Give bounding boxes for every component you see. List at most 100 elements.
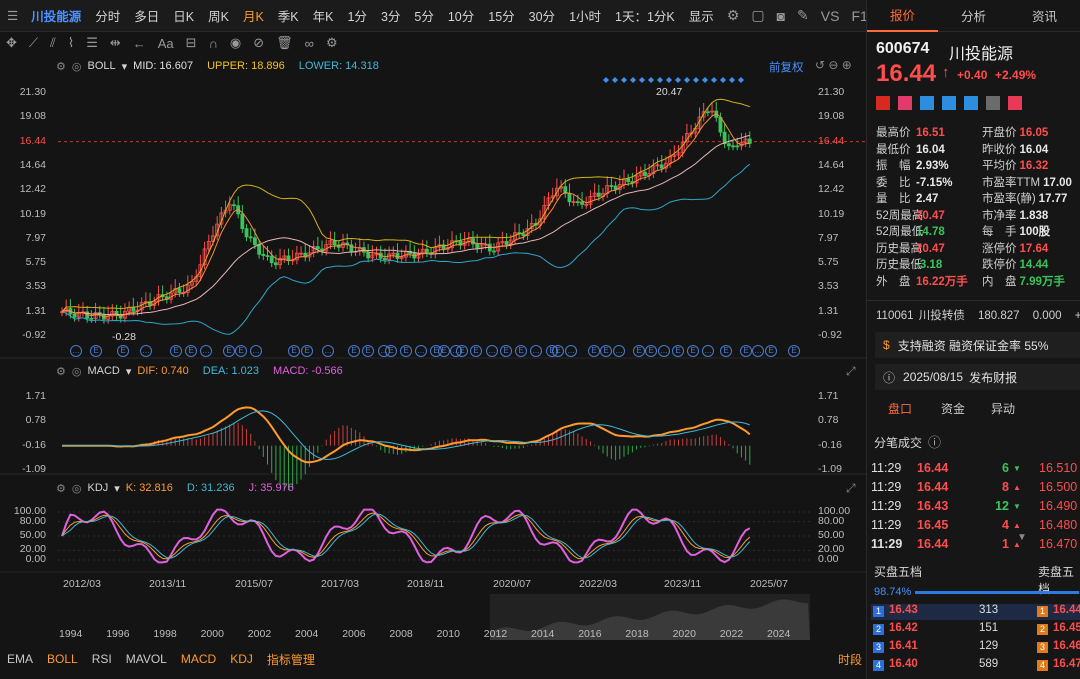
pen-icon[interactable]: ✎ — [791, 7, 815, 24]
event-marker-icon[interactable]: E — [223, 345, 235, 357]
event-marker-icon[interactable]: E — [600, 345, 612, 357]
event-marker-icon[interactable]: E — [765, 345, 777, 357]
order-book-row[interactable]: 4 16.40 589 4 16.47 — [871, 658, 1080, 674]
event-marker-icon[interactable]: … — [200, 345, 212, 357]
hide-tool-icon[interactable]: ⊘ — [247, 35, 270, 51]
kdj-expand-icon[interactable]: ⤢ — [846, 481, 856, 496]
chart-corner-icons[interactable]: ↺ ⊖ ⊕ — [815, 58, 852, 72]
period-duori[interactable]: 多日 — [127, 6, 166, 25]
eye-tool-icon[interactable]: ◉ — [224, 35, 247, 51]
tab-funds[interactable]: 资金 — [933, 400, 973, 417]
menu-icon[interactable]: ☰ — [0, 8, 25, 23]
indicator-kdj[interactable]: KDJ — [223, 652, 260, 666]
boll-label[interactable]: BOLL — [87, 60, 115, 72]
event-marker-icon[interactable]: … — [486, 345, 498, 357]
event-marker-icon[interactable]: E — [170, 345, 182, 357]
line-tool-icon[interactable]: ⟋ — [23, 35, 44, 51]
report-notice[interactable]: ⓘ 2025/08/15 发布财报 — [875, 364, 1080, 390]
channel-tool-icon[interactable]: ⫽ — [44, 35, 62, 51]
macd-label[interactable]: MACD — [87, 365, 119, 377]
camera-icon[interactable]: ◙ — [771, 8, 791, 24]
range-tool-icon[interactable]: ⇹ — [104, 35, 127, 51]
square-icon[interactable]: ▢ — [745, 7, 770, 24]
event-marker-icon[interactable]: … — [658, 345, 670, 357]
period-yuek[interactable]: 月K — [236, 6, 271, 25]
event-marker-icon[interactable]: E — [385, 345, 397, 357]
macd-eye-icon[interactable]: ◎ — [72, 365, 82, 378]
event-marker-icon[interactable]: E — [720, 345, 732, 357]
time-range-button[interactable]: 时段 — [838, 651, 862, 668]
trades-info-icon[interactable]: ⓘ — [928, 432, 941, 451]
settings-icon[interactable]: ⚙ — [721, 7, 746, 24]
period-selector[interactable]: 1天：1分K — [608, 6, 682, 25]
event-marker-icon[interactable]: E — [400, 345, 412, 357]
link-icon[interactable]: ∞ — [299, 36, 320, 51]
indicator-rsi[interactable]: RSI — [85, 652, 119, 666]
order-book-row[interactable]: 1 16.43 313 1 16.44 — [871, 604, 1080, 620]
kdj-settings-icon[interactable]: ⚙ — [56, 482, 66, 495]
event-marker-icon[interactable]: E — [456, 345, 468, 357]
event-marker-icon[interactable]: … — [250, 345, 262, 357]
flag-icon[interactable] — [876, 96, 890, 110]
convertible-bond-row[interactable]: 110061 川投转债 180.827 0.000 +0 — [876, 307, 1080, 323]
fib-tool-icon[interactable]: ☰ — [80, 35, 104, 51]
order-book-row[interactable]: 2 16.42 151 2 16.45 — [871, 622, 1080, 638]
event-marker-icon[interactable]: E — [645, 345, 657, 357]
text-tool-icon[interactable]: Aa — [152, 36, 180, 51]
trash-icon[interactable]: 🗑 — [270, 35, 299, 51]
event-marker-icon[interactable]: … — [140, 345, 152, 357]
stock-connect-icon[interactable] — [920, 96, 934, 110]
magnet-tool-icon[interactable]: ∩ — [203, 36, 224, 51]
event-marker-icon[interactable]: … — [565, 345, 577, 357]
stock-name-tab[interactable]: 川投能源 — [25, 6, 88, 25]
event-marker-icon[interactable]: E — [185, 345, 197, 357]
event-marker-icon[interactable]: E — [633, 345, 645, 357]
tab-analysis[interactable]: 分析 — [938, 6, 1009, 25]
margin-icon[interactable] — [942, 96, 956, 110]
gear-icon[interactable]: ⚙ — [320, 35, 344, 51]
boll-dropdown-icon[interactable]: ▾ — [122, 60, 128, 73]
tag-icon[interactable] — [964, 96, 978, 110]
event-marker-icon[interactable]: … — [415, 345, 427, 357]
arrow-tool-icon[interactable]: ← — [127, 36, 152, 51]
event-marker-icon[interactable]: E — [362, 345, 374, 357]
event-marker-icon[interactable]: E — [552, 345, 564, 357]
scroll-down-icon[interactable]: ▼ — [1017, 532, 1027, 543]
move-icon[interactable]: ✥ — [0, 35, 23, 51]
indicator-boll[interactable]: BOLL — [40, 652, 85, 666]
period-30min[interactable]: 30分 — [522, 6, 562, 25]
kdj-label[interactable]: KDJ — [87, 482, 108, 494]
event-marker-icon[interactable]: E — [588, 345, 600, 357]
event-marker-icon[interactable]: E — [515, 345, 527, 357]
tab-orderbook[interactable]: 盘口 — [867, 400, 933, 417]
tab-quote[interactable]: 报价 — [867, 0, 938, 32]
wave-tool-icon[interactable]: ⌇ — [62, 35, 80, 51]
period-3min[interactable]: 3分 — [374, 6, 407, 25]
period-jik[interactable]: 季K — [271, 6, 306, 25]
tab-anomaly[interactable]: 异动 — [973, 400, 1033, 417]
kdj-dropdown-icon[interactable]: ▾ — [114, 482, 120, 495]
event-marker-icon[interactable]: … — [702, 345, 714, 357]
period-zhouk[interactable]: 周K — [201, 6, 236, 25]
period-1hour[interactable]: 1小时 — [562, 6, 608, 25]
macd-expand-icon[interactable]: ⤢ — [846, 364, 856, 379]
event-marker-icon[interactable]: E — [672, 345, 684, 357]
event-marker-icon[interactable]: E — [687, 345, 699, 357]
event-marker-icon[interactable]: E — [301, 345, 313, 357]
period-fenshi[interactable]: 分时 — [88, 6, 127, 25]
indicator-ema[interactable]: EMA — [0, 652, 40, 666]
event-marker-icon[interactable]: … — [613, 345, 625, 357]
favorite-icon[interactable] — [1008, 96, 1022, 110]
vs-button[interactable]: VS — [815, 8, 846, 24]
note-icon[interactable] — [986, 96, 1000, 110]
event-marker-icon[interactable]: E — [470, 345, 482, 357]
period-15min[interactable]: 15分 — [481, 6, 521, 25]
event-marker-icon[interactable]: E — [500, 345, 512, 357]
period-10min[interactable]: 10分 — [441, 6, 481, 25]
hot-icon[interactable] — [898, 96, 912, 110]
event-marker-icon[interactable]: … — [322, 345, 334, 357]
indicator-mavol[interactable]: MAVOL — [119, 652, 174, 666]
restore-right-button[interactable]: 前复权 — [769, 59, 804, 75]
tab-news[interactable]: 资讯 — [1009, 6, 1080, 25]
display-menu[interactable]: 显示 — [682, 6, 721, 25]
